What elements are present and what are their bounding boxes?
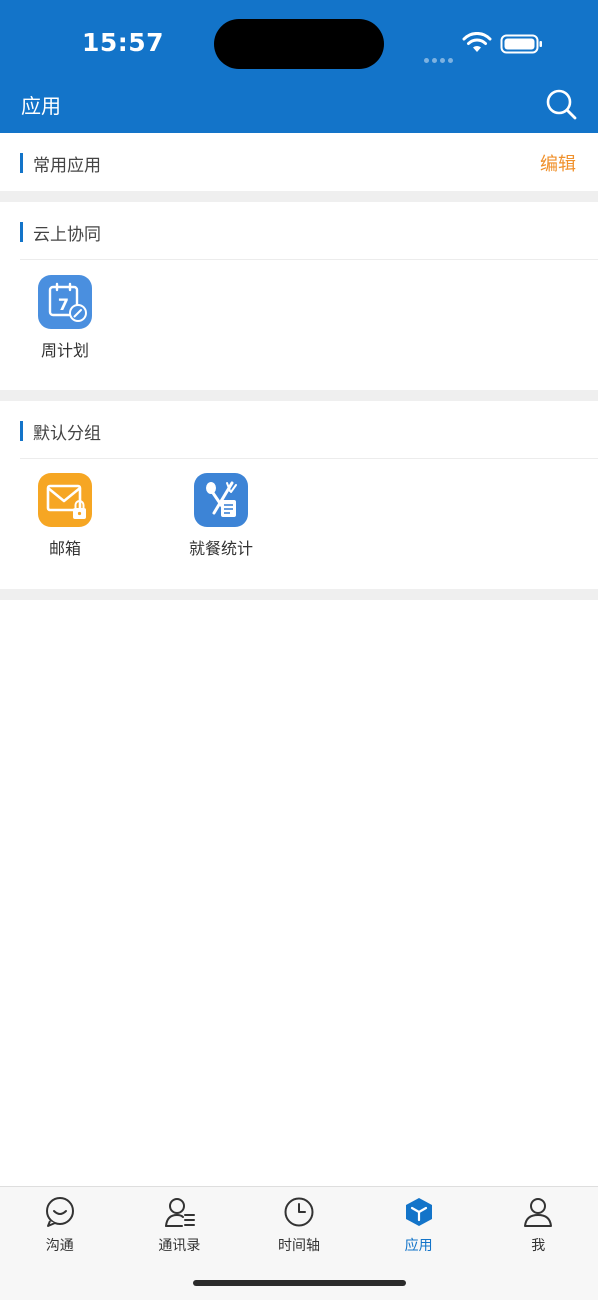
section-accent-bar	[20, 222, 23, 242]
apps-screen: 15:57 应用 常用应用 编辑 云上协同 7 周计划 默认分组 邮箱 就餐统计…	[0, 0, 598, 1300]
section-divider	[20, 458, 598, 459]
app-dining-stats[interactable]: 就餐统计	[166, 473, 276, 569]
tab-label: 沟通	[45, 1238, 74, 1254]
page-title: 应用	[21, 94, 61, 118]
tab-apps[interactable]: 应用	[359, 1187, 479, 1267]
svg-text:7: 7	[58, 295, 69, 314]
app-label: 邮箱	[48, 539, 81, 558]
tab-profile[interactable]: 我	[478, 1187, 598, 1267]
app-mailbox[interactable]: 邮箱	[10, 473, 120, 569]
favorites-title: 常用应用	[33, 156, 101, 176]
mailbox-icon	[38, 473, 92, 527]
app-label: 就餐统计	[188, 539, 253, 558]
favorites-section-header: 常用应用 编辑	[0, 133, 598, 191]
section-divider	[20, 259, 598, 260]
tab-contacts[interactable]: 通讯录	[120, 1187, 240, 1267]
tab-chat[interactable]: 沟通	[0, 1187, 120, 1267]
status-time: 15:57	[82, 28, 165, 57]
tab-label: 时间轴	[277, 1238, 320, 1254]
section-gap	[0, 390, 598, 401]
tab-label: 我	[531, 1238, 546, 1254]
tab-timeline[interactable]: 时间轴	[239, 1187, 359, 1267]
apps-cube-icon	[405, 1198, 432, 1226]
tab-label: 通讯录	[158, 1238, 201, 1254]
chat-icon	[46, 1197, 74, 1227]
weekly-plan-icon: 7	[38, 275, 92, 329]
cloud-section-title: 云上协同	[33, 225, 101, 245]
battery-icon	[500, 34, 542, 54]
default-group-title: 默认分组	[33, 424, 101, 444]
section-gap	[0, 589, 598, 600]
section-accent-bar	[20, 153, 23, 173]
cloud-section-header: 云上协同	[0, 202, 598, 260]
app-weekly-plan[interactable]: 7 周计划	[10, 275, 120, 371]
tab-label: 应用	[404, 1238, 433, 1254]
contacts-icon	[164, 1198, 195, 1227]
wifi-icon	[462, 32, 492, 52]
app-header: 15:57 应用	[0, 0, 598, 133]
app-label: 周计划	[40, 341, 89, 360]
dining-stats-icon	[194, 473, 248, 527]
home-indicator[interactable]	[193, 1280, 406, 1286]
edit-button[interactable]: 编辑	[540, 150, 576, 176]
timeline-clock-icon	[284, 1197, 314, 1227]
cellular-signal-icon	[424, 48, 456, 63]
profile-icon	[524, 1198, 553, 1227]
default-group-section-header: 默认分组	[0, 401, 598, 459]
search-icon[interactable]	[544, 87, 578, 121]
section-gap	[0, 191, 598, 202]
dynamic-island	[214, 19, 384, 69]
section-accent-bar	[20, 421, 23, 441]
